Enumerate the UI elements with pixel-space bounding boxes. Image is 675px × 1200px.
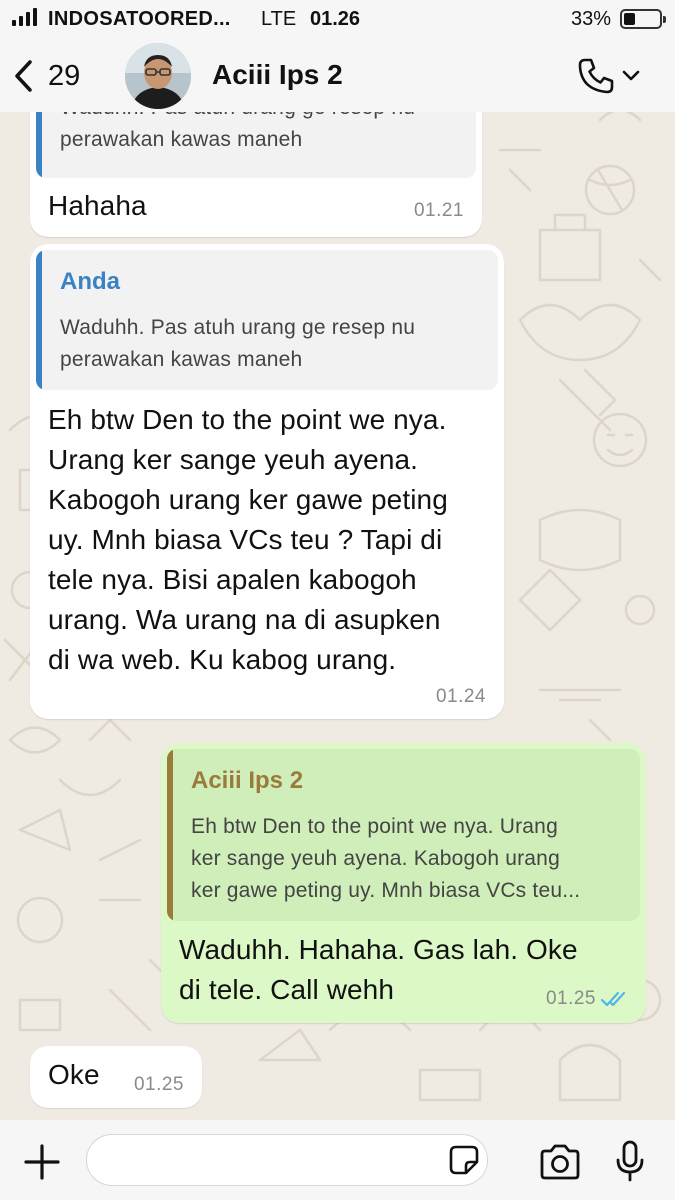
message-bubble-incoming[interactable]: Anda Waduhh. Pas atuh urang ge resep nu … xyxy=(30,244,504,719)
message-bubble-incoming[interactable]: Oke 01.25 xyxy=(30,1046,202,1108)
message-text-line: uy. Mnh biasa VCs teu ? Tapi di xyxy=(48,524,443,555)
unread-count: 29 xyxy=(48,59,81,92)
read-receipt-icon xyxy=(600,991,626,1007)
quoted-text-line: ker sange yeuh ayena. Kabogoh urang xyxy=(191,847,560,870)
status-time: 01.26 xyxy=(310,8,361,30)
quoted-text-line: Waduhh. Pas atuh urang ge resep nu xyxy=(60,316,416,339)
back-button[interactable]: 29 xyxy=(12,54,80,98)
quoted-text-line: perawakan kawas maneh xyxy=(60,348,303,371)
message-text-line: di wa web. Ku kabog urang. xyxy=(48,644,397,675)
message-bubble-outgoing[interactable]: Aciii Ips 2 Eh btw Den to the point we n… xyxy=(161,743,646,1023)
signal-strength-icon xyxy=(12,8,37,26)
plus-icon xyxy=(24,1144,60,1180)
message-text-line: urang. Wa urang na di asupken xyxy=(48,604,441,635)
message-text: Oke xyxy=(48,1059,100,1090)
status-bar: INDOSATOORED... LTE 01.26 33% xyxy=(0,0,675,40)
message-text-line: Urang ker sange yeuh ayena. xyxy=(48,444,419,475)
camera-icon xyxy=(540,1144,580,1180)
message-text-line: tele nya. Bisi apalen kabogoh xyxy=(48,564,417,595)
chat-header: 29 Aciii Ips 2 xyxy=(0,40,675,112)
camera-button[interactable] xyxy=(532,1140,588,1184)
message-time: 01.25 xyxy=(133,1074,184,1095)
message-time: 01.25 xyxy=(545,988,596,1009)
quoted-text-line: Waduhh. Pas atuh urang ge resep nu xyxy=(60,112,415,124)
phone-icon xyxy=(578,58,614,94)
battery-percent: 33% xyxy=(571,8,612,30)
sticker-icon xyxy=(449,1145,479,1175)
call-button[interactable] xyxy=(576,54,646,98)
message-text-line: Eh btw Den to the point we nya. xyxy=(48,404,447,435)
quoted-message[interactable]: Waduhh. Pas atuh urang ge resep nu peraw… xyxy=(36,112,476,178)
quoted-text-line: Eh btw Den to the point we nya. Urang xyxy=(191,815,558,838)
chevron-left-icon xyxy=(15,60,32,92)
quoted-author: Aciii Ips 2 xyxy=(191,767,304,794)
battery-icon xyxy=(620,9,666,29)
message-text-line: di tele. Call wehh xyxy=(179,974,395,1005)
message-time: 01.24 xyxy=(435,686,486,707)
message-list[interactable]: Waduhh. Pas atuh urang ge resep nu peraw… xyxy=(0,112,675,1120)
avatar[interactable] xyxy=(125,43,191,109)
quoted-author: Anda xyxy=(60,268,120,295)
message-text-line: Waduhh. Hahaha. Gas lah. Oke xyxy=(179,934,578,965)
message-text: Hahaha xyxy=(48,190,147,221)
quoted-text-line: perawakan kawas maneh xyxy=(60,128,303,151)
quoted-message[interactable]: Anda Waduhh. Pas atuh urang ge resep nu … xyxy=(36,250,498,390)
message-input-bar xyxy=(0,1120,675,1200)
sticker-button[interactable] xyxy=(446,1142,482,1178)
message-time: 01.21 xyxy=(413,200,464,221)
message-text-line: Kabogoh urang ker gawe peting xyxy=(48,484,448,515)
contact-name[interactable]: Aciii Ips 2 xyxy=(212,59,343,91)
message-input[interactable] xyxy=(86,1134,488,1186)
network-type: LTE xyxy=(261,8,297,30)
chevron-down-icon xyxy=(622,70,640,81)
attach-button[interactable] xyxy=(20,1140,64,1184)
voice-message-button[interactable] xyxy=(606,1136,654,1186)
quoted-text-line: ker gawe peting uy. Mnh biasa VCs teu... xyxy=(191,879,581,902)
quoted-message[interactable]: Aciii Ips 2 Eh btw Den to the point we n… xyxy=(167,749,640,921)
microphone-icon xyxy=(616,1140,644,1182)
message-bubble-incoming[interactable]: Waduhh. Pas atuh urang ge resep nu peraw… xyxy=(30,112,482,237)
carrier-name: INDOSATOORED... xyxy=(48,8,231,30)
